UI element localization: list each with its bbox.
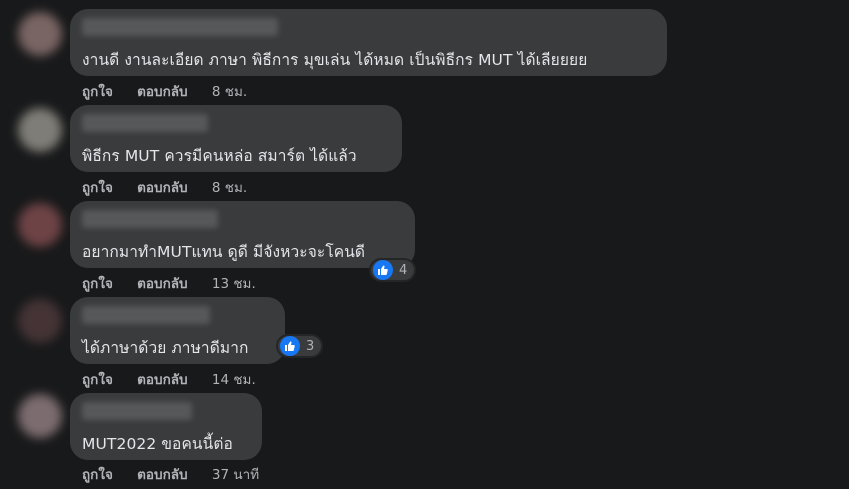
comment-bubble: MUT2022 ขอคนนี้ต่อ <box>70 393 262 460</box>
like-link[interactable]: ถูกใจ <box>82 467 113 483</box>
comment-timestamp[interactable]: 14 ชม. <box>212 372 256 388</box>
comment-timestamp[interactable]: 8 ชม. <box>212 84 247 100</box>
reply-link[interactable]: ตอบกลับ <box>137 467 187 483</box>
comment-text: อยากมาทำMUTแทน ดูดี มีจังหวะจะโคนดี <box>82 243 366 261</box>
comment-timestamp[interactable]: 13 ชม. <box>212 276 256 292</box>
reply-link[interactable]: ตอบกลับ <box>137 180 187 196</box>
like-link[interactable]: ถูกใจ <box>82 84 113 100</box>
avatar[interactable] <box>18 394 62 438</box>
comment-bubble: งานดี งานละเอียด ภาษา พิธีการ มุขเล่น ได… <box>70 9 667 76</box>
reaction-count: 3 <box>306 338 315 354</box>
comment-bubble: พิธีกร MUT ควรมีคนหล่อ สมาร์ต ได้แล้ว <box>70 105 402 172</box>
author-name-redacted[interactable] <box>82 306 210 324</box>
thumbs-up-icon <box>373 260 393 280</box>
comment-actions: ถูกใจ ตอบกลับ 14 ชม. <box>82 368 276 390</box>
reaction-count: 4 <box>399 262 408 278</box>
avatar[interactable] <box>18 299 62 343</box>
like-link[interactable]: ถูกใจ <box>82 276 113 292</box>
comment-timestamp[interactable]: 37 นาที <box>212 467 259 483</box>
author-name-redacted[interactable] <box>82 402 192 420</box>
comment-bubble: ได้ภาษาด้วย ภาษาดีมาก <box>70 297 285 364</box>
comment-actions: ถูกใจ ตอบกลับ 8 ชม. <box>82 176 267 198</box>
comment-text: ได้ภาษาด้วย ภาษาดีมาก <box>82 339 249 357</box>
reply-link[interactable]: ตอบกลับ <box>137 84 187 100</box>
comment-actions: ถูกใจ ตอบกลับ 13 ชม. <box>82 272 276 294</box>
avatar[interactable] <box>18 203 62 247</box>
comment-actions: ถูกใจ ตอบกลับ 8 ชม. <box>82 80 267 102</box>
comment-text: MUT2022 ขอคนนี้ต่อ <box>82 435 233 453</box>
like-link[interactable]: ถูกใจ <box>82 372 113 388</box>
comment-actions: ถูกใจ ตอบกลับ 37 นาที <box>82 463 279 485</box>
thumbs-up-icon <box>280 336 300 356</box>
reply-link[interactable]: ตอบกลับ <box>137 372 187 388</box>
comment-timestamp[interactable]: 8 ชม. <box>212 180 247 196</box>
comment-thread: งานดี งานละเอียด ภาษา พิธีการ มุขเล่น ได… <box>0 0 849 489</box>
reaction-badge[interactable]: 3 <box>276 334 324 358</box>
reply-link[interactable]: ตอบกลับ <box>137 276 187 292</box>
like-link[interactable]: ถูกใจ <box>82 180 113 196</box>
author-name-redacted[interactable] <box>82 114 208 132</box>
avatar[interactable] <box>18 12 62 56</box>
author-name-redacted[interactable] <box>82 18 278 36</box>
author-name-redacted[interactable] <box>82 210 218 228</box>
reaction-badge[interactable]: 4 <box>369 258 417 282</box>
comment-bubble: อยากมาทำMUTแทน ดูดี มีจังหวะจะโคนดี <box>70 201 415 268</box>
avatar[interactable] <box>18 108 62 152</box>
comment-text: งานดี งานละเอียด ภาษา พิธีการ มุขเล่น ได… <box>82 51 588 69</box>
comment-text: พิธีกร MUT ควรมีคนหล่อ สมาร์ต ได้แล้ว <box>82 147 357 165</box>
